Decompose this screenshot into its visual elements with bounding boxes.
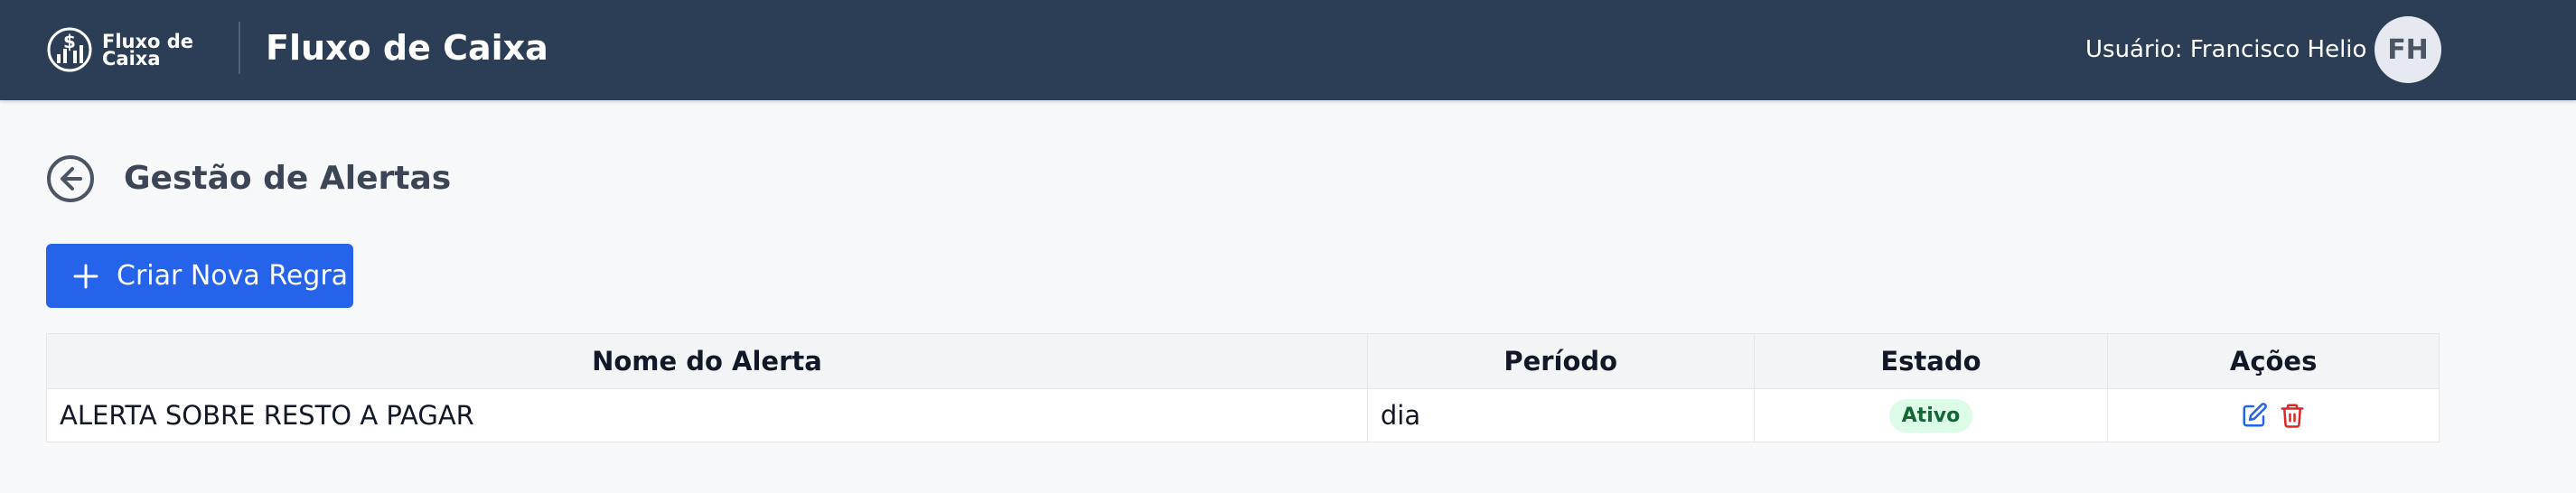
column-header-actions: Ações <box>2229 346 2318 377</box>
edit-icon[interactable] <box>2241 402 2268 429</box>
alert-actions-cell <box>2108 389 2439 442</box>
alert-status-cell: Ativo <box>1755 389 2109 442</box>
user-label: Usuário: Francisco Helio <box>2085 36 2367 63</box>
avatar[interactable]: FH <box>2375 16 2441 83</box>
table-row: ALERTA SOBRE RESTO A PAGAR dia Ativo <box>47 389 2439 442</box>
create-rule-button[interactable]: Criar Nova Regra <box>46 244 353 308</box>
svg-text:$: $ <box>63 31 76 52</box>
column-header-name: Nome do Alerta <box>47 334 1368 388</box>
alert-period-cell: dia <box>1368 389 1755 442</box>
page-title: Gestão de Alertas <box>124 160 452 197</box>
logo-text: Fluxo de Caixa <box>102 33 193 70</box>
app-title: Fluxo de Caixa <box>266 28 548 68</box>
header-divider <box>239 22 240 74</box>
alert-name-cell: ALERTA SOBRE RESTO A PAGAR <box>47 389 1368 442</box>
back-button[interactable] <box>45 153 96 204</box>
table-header-row: Nome do Alerta Período Estado Ações <box>47 334 2439 389</box>
column-header-period: Período <box>1368 334 1755 388</box>
logo-icon: $ <box>47 27 92 72</box>
app-header: $ Fluxo de Caixa Fluxo de Caixa Usuário:… <box>0 0 2576 100</box>
plus-icon <box>73 264 98 288</box>
logo-line-2: Caixa <box>102 48 161 70</box>
column-header-status: Estado <box>1755 334 2109 388</box>
create-rule-label: Criar Nova Regra <box>117 260 349 292</box>
trash-icon[interactable] <box>2279 402 2306 429</box>
alerts-table: Nome do Alerta Período Estado Ações ALER… <box>46 333 2440 442</box>
status-badge: Ativo <box>1888 398 1973 433</box>
